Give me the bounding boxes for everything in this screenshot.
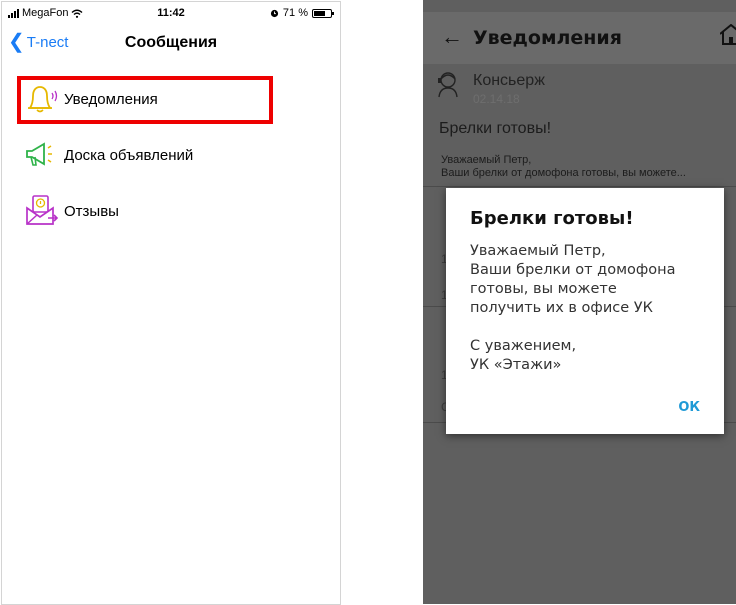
menu-item-label: Отзывы — [64, 202, 119, 220]
dialog-body-line: Ваши брелки от домофона — [470, 262, 676, 278]
battery-fill — [314, 10, 325, 16]
dialog-body: Уважаемый Петр, Ваши брелки от домофона … — [470, 242, 676, 375]
dialog-body-line: готовы, вы можете — [470, 281, 617, 297]
concierge-avatar-icon — [438, 72, 458, 98]
sender-info: Консьерж 02.14.18 — [459, 70, 545, 106]
battery-percent: 71 % — [282, 7, 308, 19]
toolbar-title: Уведомления — [473, 27, 622, 49]
alarm-icon — [270, 9, 279, 17]
status-right: 71 % — [270, 7, 334, 19]
preview-line: Уважаемый Петр, — [441, 154, 532, 166]
message-preview: Уважаемый Петр, Ваши брелки от домофона … — [441, 154, 686, 180]
message-date: 02.14.18 — [473, 92, 520, 106]
dialog-title: Брелки готовы! — [470, 208, 634, 229]
ios-messages-screen: MegaFon 11:42 71 % ❮ T-nect Сообщения Ув… — [1, 1, 341, 605]
sender-name: Консьерж — [473, 72, 545, 89]
dialog-body-line: получить их в офисе УК — [470, 300, 653, 316]
menu-item-board[interactable]: Доска объявлений — [24, 138, 193, 172]
navigation-bar: ❮ T-nect Сообщения — [2, 26, 340, 60]
home-icon[interactable] — [719, 23, 736, 51]
arrow-back-icon[interactable]: ← — [441, 24, 463, 50]
android-status-bar — [423, 0, 736, 12]
page-title: Сообщения — [124, 34, 218, 51]
highlight-frame — [17, 76, 273, 124]
menu-item-label: Доска объявлений — [64, 146, 194, 164]
list-divider — [423, 186, 736, 187]
message-title: Брелки готовы! — [439, 120, 552, 137]
notification-dialog: Брелки готовы! Уважаемый Петр, Ваши брел… — [446, 188, 724, 434]
android-toolbar: ← Уведомления — [423, 12, 736, 64]
mail-feedback-icon — [24, 194, 64, 228]
ok-button[interactable]: ОК — [678, 400, 700, 415]
megaphone-icon — [24, 138, 64, 172]
preview-line: Ваши брелки от домофона готовы, вы может… — [441, 167, 686, 179]
dialog-sign-line: УК «Этажи» — [470, 357, 562, 373]
dialog-body-line: Уважаемый Петр, — [470, 243, 606, 259]
menu-item-feedback[interactable]: Отзывы — [24, 194, 119, 228]
dialog-sign-line: С уважением, — [470, 338, 577, 354]
status-bar: MegaFon 11:42 71 % — [2, 2, 340, 26]
sender-block: Консьерж 02.14.18 — [437, 70, 545, 106]
battery-icon — [312, 8, 334, 18]
